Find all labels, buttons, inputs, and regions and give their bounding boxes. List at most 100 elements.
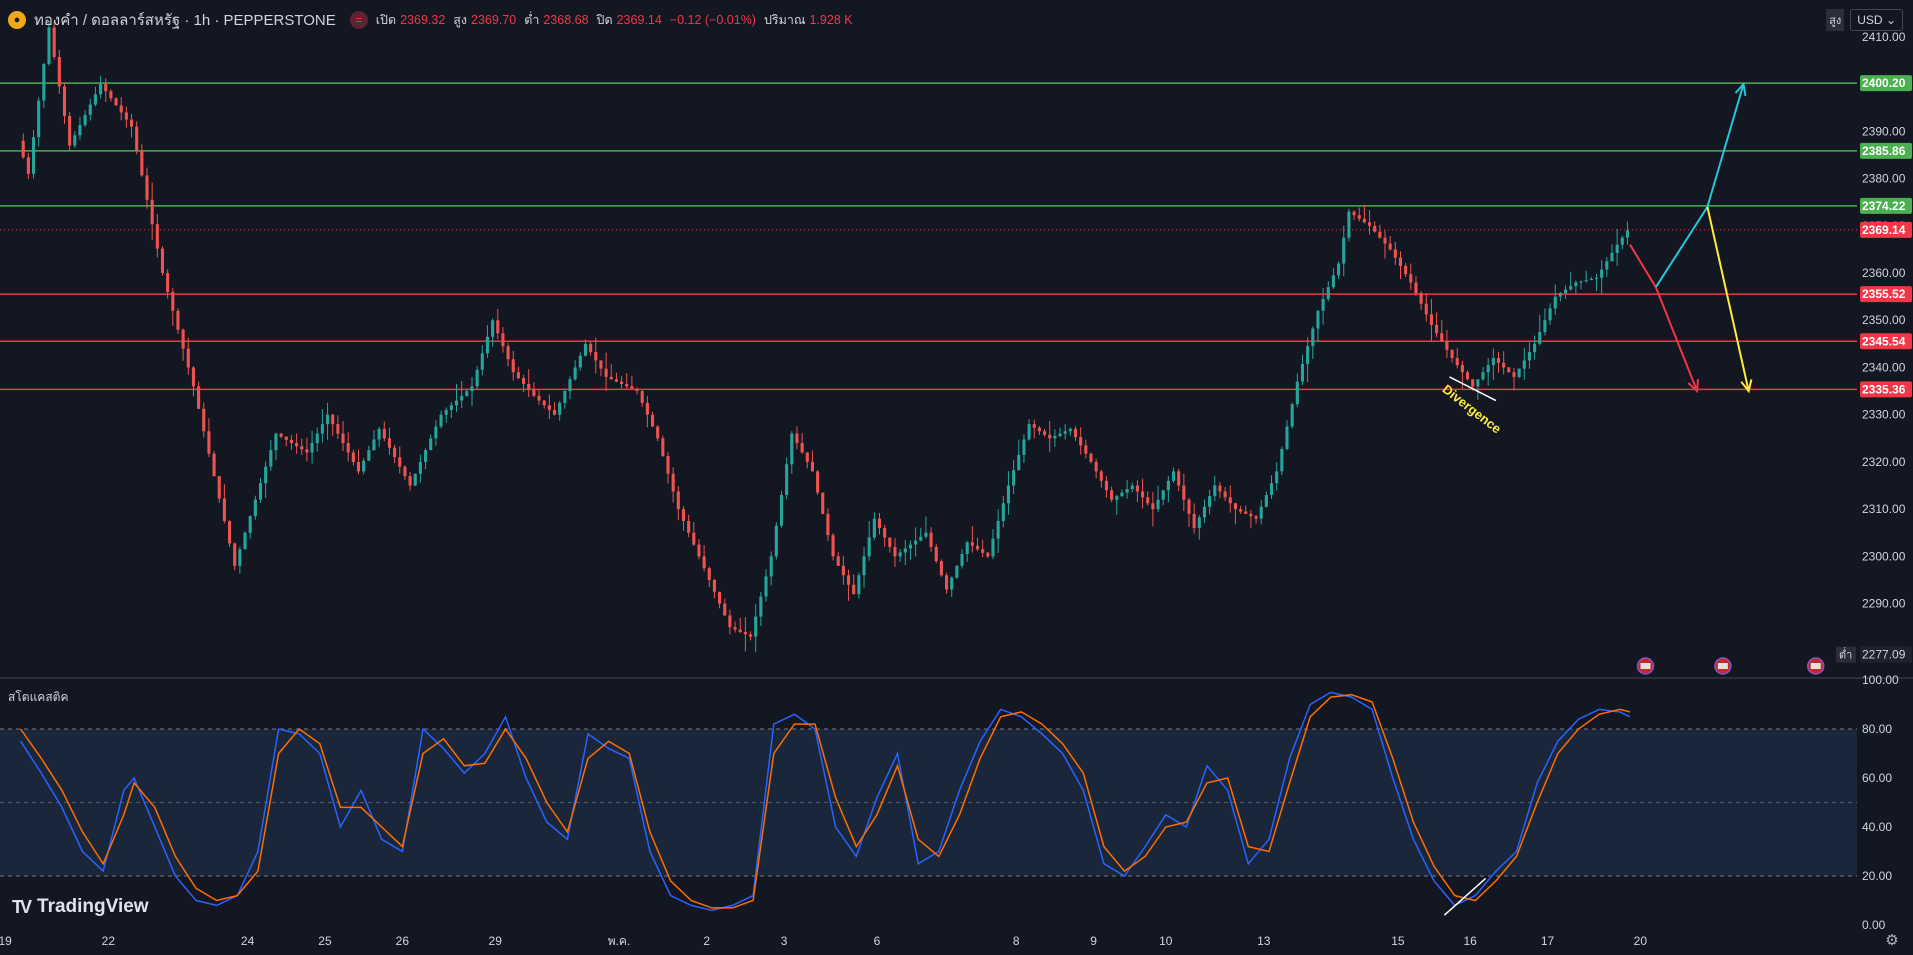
candle-body (289, 439, 293, 444)
candle-body (1141, 491, 1145, 498)
candle-body (1146, 497, 1150, 504)
candle-body (960, 554, 964, 566)
equals-icon[interactable]: = (349, 11, 368, 29)
candle-body (222, 498, 226, 521)
candle-body (1373, 225, 1377, 232)
candle-body (599, 360, 603, 369)
candle-body (119, 105, 123, 113)
open-value: 2369.32 (400, 13, 446, 27)
currency-selector[interactable]: USD ⌄ (1850, 9, 1903, 31)
candle-body (269, 450, 273, 467)
candle-body (1053, 435, 1057, 439)
candle-body (965, 542, 969, 555)
candle-body (1491, 358, 1495, 366)
level-label: 2355.52 (1862, 287, 1906, 301)
candle-body (1419, 293, 1423, 304)
time-tick-label: 15 (1391, 934, 1405, 948)
price-tick-label: 2360.00 (1862, 266, 1906, 280)
candle-body (351, 452, 355, 462)
candle-body (795, 433, 799, 444)
candle-body (336, 424, 340, 434)
candle-body (1073, 428, 1078, 438)
candle-body (83, 114, 87, 126)
stochastic-title[interactable]: สโตแคสติค (8, 688, 68, 707)
candle-body (1321, 298, 1325, 311)
candle-body (47, 27, 51, 65)
candle-body (1269, 483, 1274, 495)
time-tick-label: 6 (874, 934, 881, 948)
candle-body (594, 352, 598, 361)
candle-body (1610, 252, 1614, 262)
candle-body (692, 532, 696, 545)
chart-canvas[interactable]: 2410.002400.002390.002380.002370.002360.… (0, 0, 1913, 955)
candle-body (1058, 433, 1062, 436)
candle-body (1280, 448, 1284, 472)
stoch-tick-label: 60.00 (1862, 771, 1892, 785)
candle-body (1378, 231, 1382, 238)
candle-body (1228, 497, 1232, 504)
low-label: ต่ำ (524, 13, 540, 27)
candle-body (1440, 333, 1444, 342)
candle-body (1244, 511, 1248, 514)
candle-body (1295, 381, 1299, 405)
time-tick-label: 19 (0, 934, 12, 948)
tradingview-logo[interactable]: TV TradingView (12, 896, 149, 918)
candle-body (759, 596, 763, 617)
candle-body (1548, 308, 1552, 321)
candle-body (883, 528, 887, 538)
candle-body (42, 64, 46, 101)
candle-body (37, 100, 41, 138)
candle-body (816, 471, 820, 493)
candle-body (748, 634, 753, 637)
candle-body (903, 548, 907, 553)
candle-body (217, 476, 221, 499)
projection-arrow-1 (1654, 286, 1699, 392)
symbol-title[interactable]: ทองคำ / ดอลลาร์สหรัฐ · 1h · PEPPERSTONE (34, 8, 336, 32)
projection-arrow-4 (1706, 206, 1750, 392)
candle-body (1564, 289, 1568, 294)
chevron-down-icon: ⌄ (1885, 13, 1896, 27)
candle-body (320, 424, 324, 434)
candle-body (284, 436, 288, 440)
candle-body (253, 499, 257, 517)
candle-body (1388, 243, 1392, 250)
candle-body (238, 549, 242, 566)
candle-body (1130, 485, 1134, 490)
candle-body (1605, 261, 1609, 270)
candle-body (191, 367, 195, 387)
candle-body (382, 428, 386, 439)
candle-body (1182, 485, 1186, 500)
stoch-tick-label: 0.00 (1862, 918, 1886, 932)
candle-body (676, 491, 680, 510)
candle-body (1264, 494, 1268, 507)
candle-body (728, 615, 732, 628)
candle-body (1311, 328, 1315, 347)
symbol-header: ● ทองคำ / ดอลลาร์สหรัฐ · 1h · PEPPERSTON… (8, 9, 857, 31)
candle-body (841, 565, 845, 576)
candle-body (836, 556, 840, 566)
candle-body (1037, 427, 1041, 432)
candle-body (1120, 492, 1124, 497)
candle-body (160, 248, 165, 274)
candle-body (661, 438, 665, 457)
candle-body (1084, 445, 1088, 454)
candle-body (1208, 496, 1212, 507)
candle-body (522, 378, 526, 385)
candle-body (449, 405, 453, 410)
candle-body (1177, 471, 1181, 486)
candle-body (656, 426, 660, 439)
candle-body (821, 492, 825, 514)
projection-arrow-2 (1654, 206, 1709, 288)
candle-body (1625, 230, 1630, 238)
candle-body (444, 409, 448, 415)
candle-body (1104, 480, 1109, 491)
candle-body (650, 414, 655, 427)
candle-body (712, 579, 716, 592)
candle-body (563, 391, 567, 403)
candle-body (279, 433, 283, 437)
candle-body (1383, 237, 1387, 244)
change-value: −0.12 (−0.01%) (669, 13, 756, 27)
level-label: 2374.22 (1862, 199, 1906, 213)
candle-body (1099, 471, 1103, 481)
gear-icon[interactable]: ⚙ (1883, 932, 1901, 950)
